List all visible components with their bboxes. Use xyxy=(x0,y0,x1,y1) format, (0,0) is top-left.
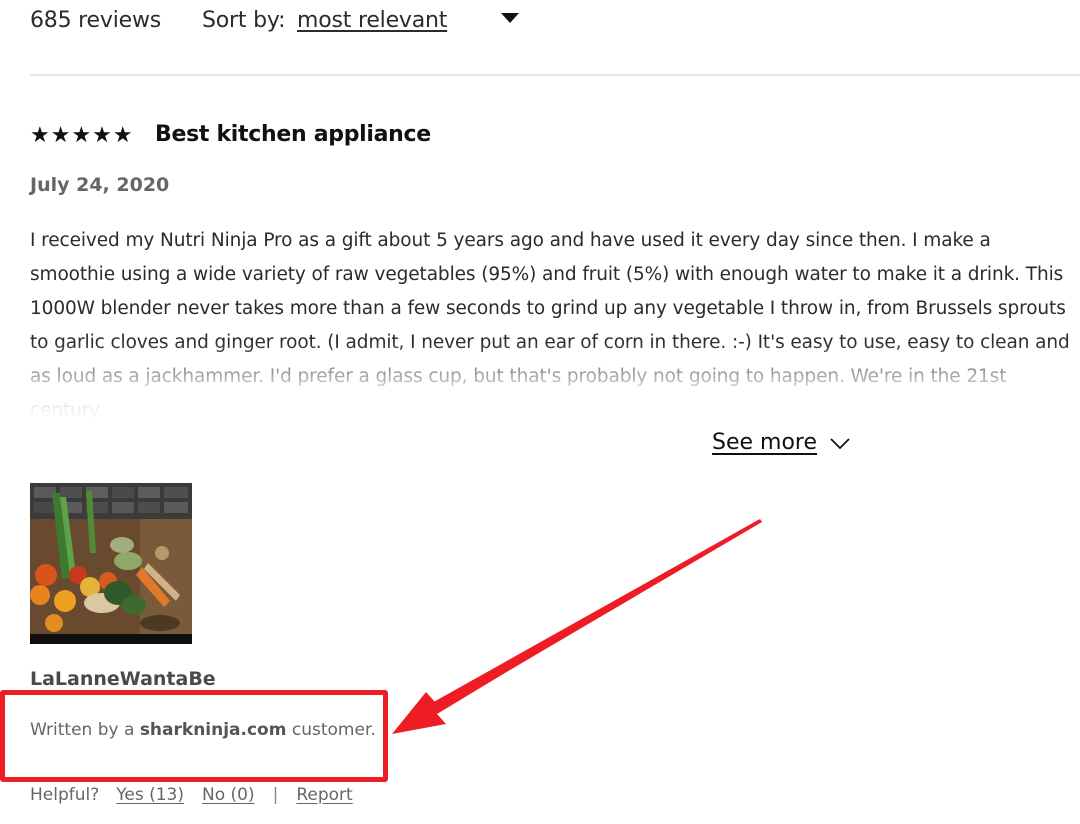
helpful-label: Helpful? xyxy=(30,785,100,805)
see-more-link[interactable]: See more xyxy=(712,430,817,455)
separator: | xyxy=(272,785,279,805)
review-body: I received my Nutri Ninja Pro as a gift … xyxy=(30,224,1070,420)
helpful-row: Helpful? Yes (13) No (0) | Report xyxy=(30,785,353,805)
vote-yes-link[interactable]: Yes (13) xyxy=(116,785,184,805)
review-title: Best kitchen appliance xyxy=(155,122,431,147)
review-photo[interactable] xyxy=(30,483,192,644)
vote-no-link[interactable]: No (0) xyxy=(202,785,255,805)
sort-label: Sort by: xyxy=(202,8,286,33)
reviewer-name: LaLanneWantaBe xyxy=(30,668,216,690)
star-rating: ★★★★★ xyxy=(30,123,134,148)
header-divider xyxy=(30,74,1080,76)
review-count: 685 reviews xyxy=(30,8,162,33)
review-date: July 24, 2020 xyxy=(30,174,170,196)
annotation-highlight-box xyxy=(0,690,388,782)
caret-down-icon[interactable] xyxy=(501,13,519,23)
chevron-down-icon[interactable] xyxy=(829,432,851,454)
report-link[interactable]: Report xyxy=(296,785,352,805)
sort-dropdown[interactable]: most relevant xyxy=(297,8,447,33)
